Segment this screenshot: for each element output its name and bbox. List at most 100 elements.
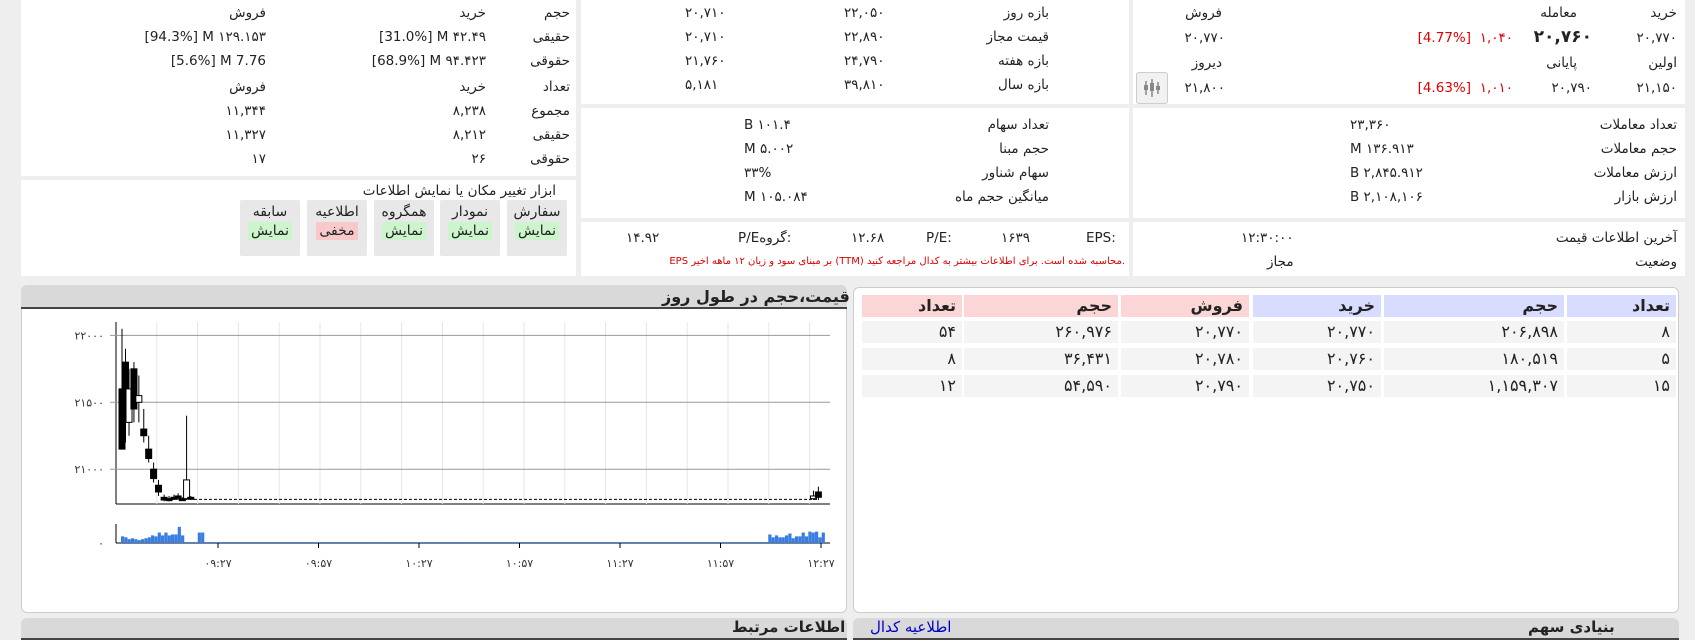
volume-bar [814,531,819,543]
tool-name: نمودار [451,204,489,220]
volume-bar [528,542,532,543]
volume-bar [244,542,248,543]
count-row-buy: ۸,۲۱۲ [452,127,486,143]
volume-bar [698,542,702,543]
volume-bar [294,542,298,543]
last-trade-value: ۲۰,۷۶۰ [1533,27,1592,47]
range-label: بازه روز [1003,5,1049,21]
trading-stat-label: حجم معاملات [1600,141,1677,157]
volume-bar [317,542,322,543]
count-row-buy: ۲۶ [471,151,486,167]
volume-bar [177,526,181,543]
volume-bar [407,542,412,543]
volume-row-label: حقوقی [530,53,570,69]
volume-bar [424,542,428,543]
count-row-label: مجموع [531,103,570,119]
volume-bar [397,542,402,543]
volume-bar [671,542,675,543]
volume-bar [404,542,408,543]
volume-bar [708,542,712,543]
volume-bar [447,542,452,543]
volume-bar [661,542,665,543]
volume-bar [201,532,205,543]
volume-bar [551,542,555,543]
volume-bar [127,539,131,543]
volume-bar [211,542,215,543]
tool-name: همگروه [381,204,427,220]
tool-toggle-button[interactable]: سابقه نمایش [240,200,300,256]
volume-bar [578,542,582,543]
volume-bar [174,534,178,543]
tool-toggle-button[interactable]: همگروه نمایش [374,200,434,256]
volume-bar [247,542,251,543]
volume-bar [648,542,652,543]
volume-bar [658,542,662,543]
count-header-sell: فروش [229,79,266,95]
volume-bar [734,542,739,543]
share-stat-label: حجم مبنا [999,141,1049,157]
volume-bar [554,542,558,543]
volume-bar [281,542,285,543]
volume-bar [624,542,629,543]
volume-bar [377,542,382,543]
volume-bar [538,542,542,543]
volume-bar [454,542,458,543]
group-pe-label: P/Eگروه: [738,230,792,246]
tool-toggle-button[interactable]: نمودار نمایش [440,200,500,256]
volume-bar [788,533,792,543]
yesterday-label: دیروز [1191,55,1222,71]
volume-bar [234,542,238,543]
tool-state: نمایش [514,222,559,240]
tool-name: سفارش [513,204,561,220]
volume-bar [761,542,765,543]
range-low: ۲۱,۷۶۰ [685,53,726,69]
volume-bar [564,542,568,543]
volume-bar [821,532,825,543]
final-price-label: پایانی [1546,55,1577,71]
orderbook-cell: ۲۰,۷۷۰ [1253,321,1381,343]
volume-bar [581,542,585,543]
tool-toggle-button[interactable]: اطلاعیه مخفی [307,200,367,256]
final-price-value: ۲۰,۷۹۰ [1551,80,1592,96]
volume-bar [534,542,538,543]
volume-bar [311,542,315,543]
share-stat-value: B ۱۰۱.۴ [744,117,791,133]
kodal-link[interactable]: اطلاعیه کدال [870,618,951,636]
candle-body [140,428,148,437]
tools-title: ابزار تغییر مکان یا نمایش اطلاعات [362,183,556,199]
volume-bar [194,542,198,543]
first-price-label: اولین [1648,55,1677,71]
volume-header-label: حجم [543,5,570,21]
volume-bar [668,542,672,543]
volume-row-label: حقیقی [532,29,570,45]
volume-bar [141,539,145,543]
volume-bar [371,542,375,543]
candle-body [814,491,822,498]
volume-bar [401,542,405,543]
y-tick-label: ۲۱۰۰۰ [74,463,104,476]
volume-bar [818,537,822,543]
volume-bar [634,542,639,543]
volume-bar [314,542,318,543]
candle-body [135,395,143,403]
volume-bar [197,532,201,543]
volume-bar [608,542,612,543]
volume-bar [337,542,342,543]
volume-bar [651,542,655,543]
count-row-sell: ۱۱,۳۴۴ [225,103,266,119]
volume-bar [801,532,805,543]
range-high: ۳۹,۸۱۰ [844,77,885,93]
last-update-value: ۱۲:۳۰:۰۰ [1241,230,1294,246]
volume-bar [811,532,815,543]
volume-bar [758,542,762,543]
orderbook-header: حجم [1384,295,1564,317]
orderbook-cell: ۳۶,۴۳۱ [964,348,1118,370]
volume-bar [224,542,228,543]
range-label: بازه هفته [997,53,1049,69]
tool-toggle-button[interactable]: سفارش نمایش [507,200,567,256]
orderbook-cell: ۸ [1567,321,1676,343]
price-chart-toggle-icon[interactable] [1136,72,1168,104]
volume-bar [741,542,745,543]
volume-bar [478,542,482,543]
bottom-left-panel-header[interactable] [21,618,847,640]
